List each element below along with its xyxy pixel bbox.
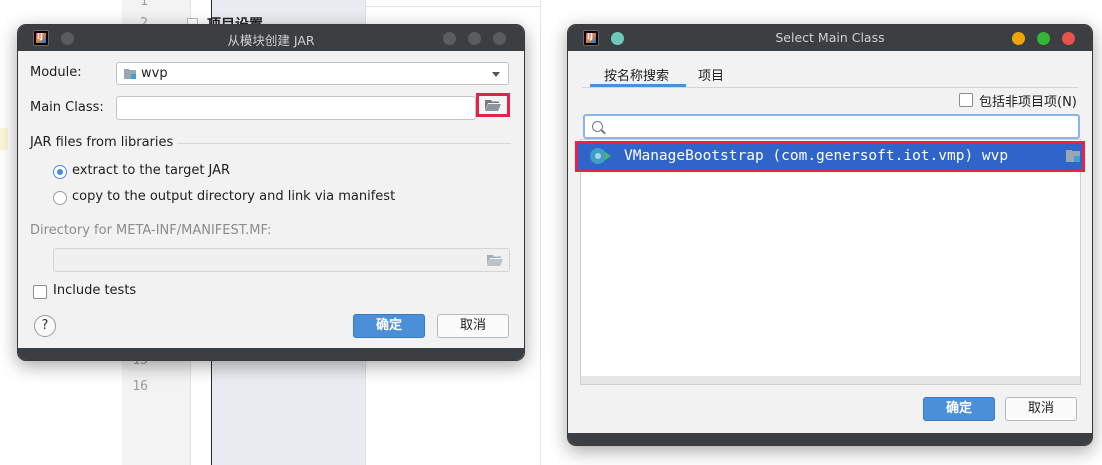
main-class-field[interactable] xyxy=(116,96,476,120)
module-select[interactable]: wvp xyxy=(116,62,509,85)
module-folder-icon xyxy=(1066,150,1080,162)
folder-open-icon xyxy=(485,100,501,111)
main-class-label: Main Class: xyxy=(30,100,104,115)
line-number: 1 xyxy=(140,0,148,9)
ok-button[interactable]: 确定 xyxy=(923,397,995,421)
dialog-footer-strip xyxy=(18,348,524,360)
ok-button[interactable]: 确定 xyxy=(353,314,425,338)
search-input[interactable] xyxy=(583,114,1080,139)
search-icon xyxy=(592,121,603,132)
zoom-button[interactable] xyxy=(468,32,481,45)
include-non-project-label[interactable]: 包括非项目项(N) xyxy=(979,91,1077,110)
minimize-button[interactable] xyxy=(1012,32,1025,45)
zoom-button[interactable] xyxy=(1037,32,1050,45)
tab-search-by-name[interactable]: 按名称搜索 xyxy=(604,65,669,84)
copy-radio[interactable] xyxy=(53,191,67,205)
tabs-divider xyxy=(582,87,1078,88)
module-value: wvp xyxy=(141,66,168,81)
close-button[interactable] xyxy=(493,32,506,45)
title-bar[interactable]: 从模块创建 JAR xyxy=(18,25,524,51)
tab-project[interactable]: 项目 xyxy=(698,65,724,84)
select-main-class-dialog: Select Main Class 按名称搜索 项目 包括非项目项(N) VMa… xyxy=(567,24,1093,446)
copy-option-label[interactable]: copy to the output directory and link vi… xyxy=(72,189,395,204)
editor-tab-strip xyxy=(366,0,540,7)
horizontal-scrollbar[interactable] xyxy=(581,376,1080,384)
create-jar-dialog: 从模块创建 JAR Module: wvp Main Class: JAR fi… xyxy=(17,24,525,361)
panel-divider xyxy=(540,0,541,465)
minimize-button[interactable] xyxy=(443,32,456,45)
run-icon xyxy=(605,152,611,160)
section-divider xyxy=(178,143,511,144)
extract-radio[interactable] xyxy=(53,165,67,179)
browse-main-class-button[interactable] xyxy=(476,93,510,117)
manifest-dir-field xyxy=(53,248,510,272)
result-text: VManageBootstrap (com.genersoft.iot.vmp)… xyxy=(624,148,1009,164)
help-button[interactable]: ? xyxy=(34,315,56,337)
title-bar[interactable]: Select Main Class xyxy=(568,25,1092,51)
class-icon xyxy=(590,148,606,164)
module-folder-icon xyxy=(124,69,136,79)
cancel-button[interactable]: 取消 xyxy=(437,314,509,338)
list-item[interactable]: VManageBootstrap (com.genersoft.iot.vmp)… xyxy=(575,141,1085,172)
close-button[interactable] xyxy=(1062,32,1075,45)
include-non-project-checkbox[interactable] xyxy=(959,93,973,107)
module-label: Module: xyxy=(30,65,82,80)
manifest-dir-label: Directory for META-INF/MANIFEST.MF: xyxy=(30,223,272,238)
line-number: 16 xyxy=(132,379,148,394)
include-tests-label[interactable]: Include tests xyxy=(53,283,136,298)
line-highlight xyxy=(0,128,8,150)
chevron-down-icon xyxy=(492,72,500,77)
include-tests-checkbox[interactable] xyxy=(33,285,47,299)
results-list[interactable]: VManageBootstrap (com.genersoft.iot.vmp)… xyxy=(575,139,1085,385)
dialog-footer-strip xyxy=(568,433,1092,445)
cancel-button[interactable]: 取消 xyxy=(1005,397,1077,421)
extract-option-label[interactable]: extract to the target JAR xyxy=(72,163,230,178)
libraries-section-title: JAR files from libraries xyxy=(30,135,174,150)
folder-open-icon xyxy=(487,255,503,266)
